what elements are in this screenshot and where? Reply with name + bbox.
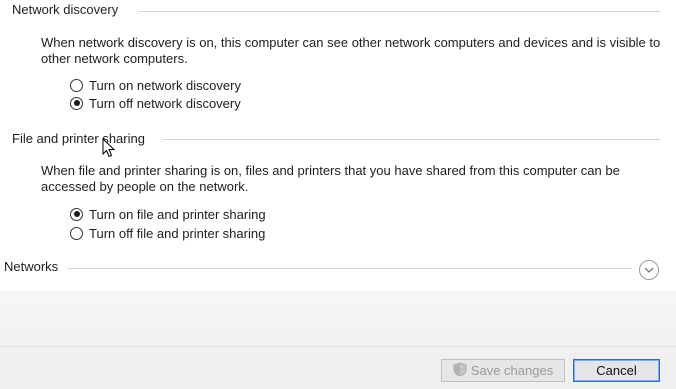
network-discovery-header: Network discovery (0, 2, 676, 20)
mouse-cursor-icon (102, 137, 116, 163)
radio-network-discovery-off[interactable]: Turn off network discovery (70, 94, 241, 112)
radio-label: Turn off network discovery (89, 95, 241, 111)
radio-button-icon[interactable] (70, 96, 83, 110)
cancel-label: Cancel (596, 363, 637, 378)
network-discovery-description: When network discovery is on, this compu… (41, 35, 661, 66)
file-printer-sharing-title: File and printer sharing (12, 131, 145, 146)
section-divider (67, 268, 632, 269)
section-divider (162, 139, 660, 140)
chevron-down-circle-icon[interactable] (639, 260, 659, 280)
radio-network-discovery-on[interactable]: Turn on network discovery (70, 76, 241, 94)
save-changes-button[interactable]: Save changes (441, 359, 565, 382)
network-discovery-title: Network discovery (12, 2, 119, 17)
radio-button-icon[interactable] (70, 207, 83, 221)
radio-label: Turn off file and printer sharing (89, 225, 266, 241)
radio-file-sharing-off[interactable]: Turn off file and printer sharing (70, 224, 265, 242)
radio-file-sharing-on[interactable]: Turn on file and printer sharing (70, 205, 266, 223)
networks-title: Networks (4, 259, 59, 274)
section-divider (138, 11, 660, 12)
uac-shield-icon (453, 362, 467, 380)
radio-button-icon[interactable] (70, 78, 83, 92)
save-changes-label: Save changes (470, 363, 554, 378)
radio-button-icon[interactable] (70, 226, 83, 240)
cancel-button[interactable]: Cancel (573, 359, 660, 382)
networks-header[interactable]: Networks (0, 259, 676, 277)
radio-label: Turn on file and printer sharing (89, 206, 266, 222)
radio-label: Turn on network discovery (89, 77, 241, 93)
file-printer-sharing-description: When file and printer sharing is on, fil… (41, 163, 620, 194)
